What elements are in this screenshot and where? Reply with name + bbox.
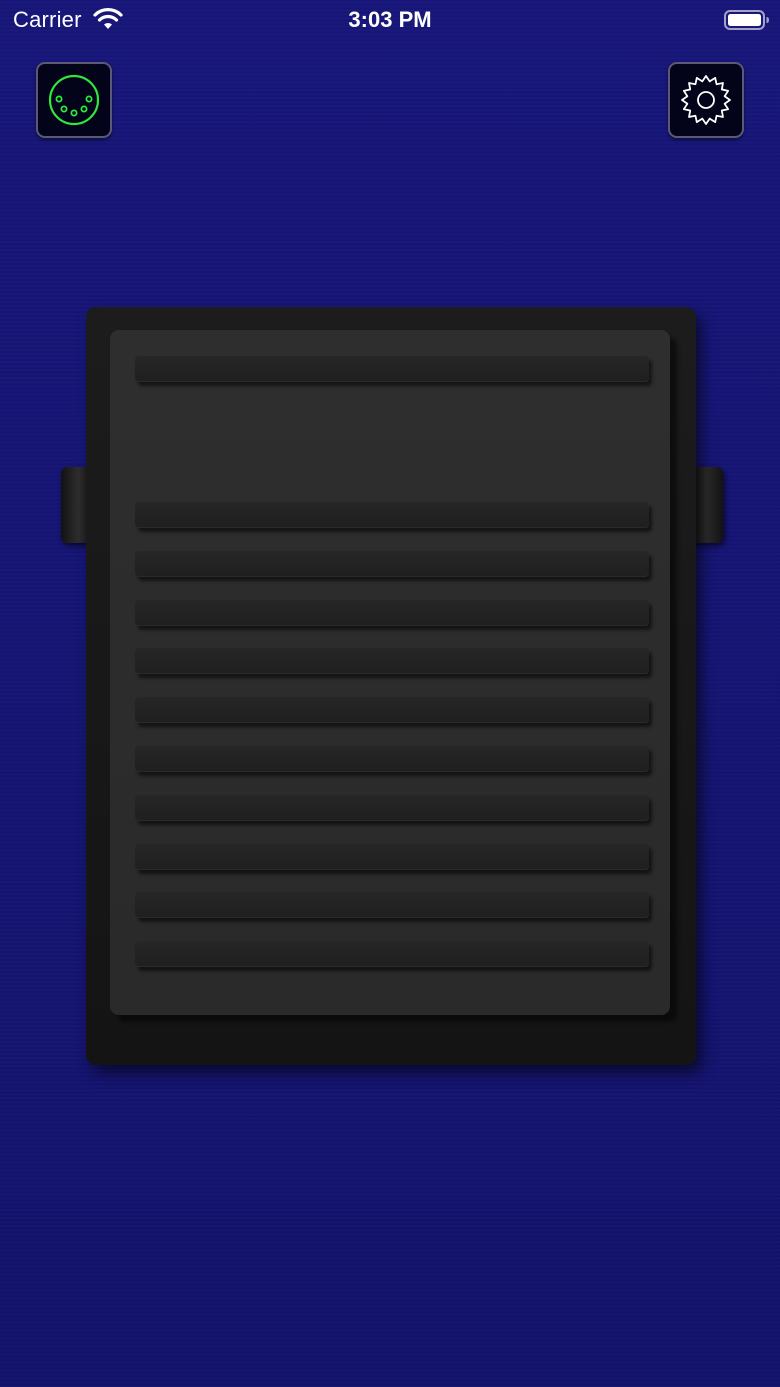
- pedal-ridge: [135, 356, 649, 382]
- pedal-ridge: [135, 599, 649, 626]
- battery-icon: [724, 10, 769, 30]
- pedal-ridge: [135, 941, 649, 968]
- pedal-ridge: [135, 794, 649, 821]
- gear-icon: [681, 75, 731, 125]
- pedal-ridge: [135, 550, 649, 577]
- status-time: 3:03 PM: [348, 7, 432, 32]
- pedal-ridge: [135, 843, 649, 870]
- pedal-ridge: [135, 746, 649, 772]
- settings-button[interactable]: [668, 62, 744, 138]
- status-bar: Carrier 3:03 PM: [0, 0, 780, 40]
- midi-connector-icon: [48, 74, 100, 126]
- pedal-ridge: [135, 697, 649, 724]
- pedal-ridge: [135, 892, 649, 919]
- pedal-ridge: [135, 502, 649, 528]
- pedal-ridge: [135, 648, 649, 675]
- midi-connection-button[interactable]: [36, 62, 112, 138]
